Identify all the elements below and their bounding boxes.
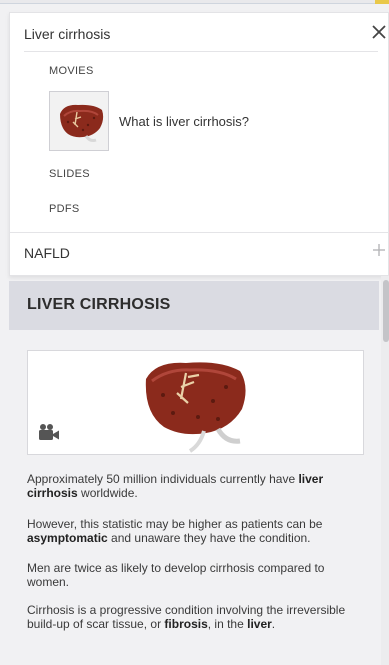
plus-icon[interactable] (372, 243, 386, 257)
content-header: LIVER CIRRHOSIS (9, 281, 379, 330)
top-corner-accent (375, 0, 389, 4)
topic-row-nafld[interactable]: NAFLD (10, 233, 389, 277)
paragraph: However, this statistic may be higher as… (27, 517, 323, 545)
paragraph: Approximately 50 million individuals cur… (27, 472, 324, 500)
liver-illustration (145, 362, 246, 453)
paragraph: Cirrhosis is a progressive condition inv… (27, 603, 346, 631)
scrollbar-thumb[interactable] (383, 280, 389, 342)
page-title: LIVER CIRRHOSIS (27, 296, 171, 313)
video-camera-icon (39, 424, 59, 440)
movie-item[interactable]: What is liver cirrhosis? (49, 91, 369, 155)
close-icon[interactable] (370, 23, 388, 41)
topic-row-liver-cirrhosis[interactable]: Liver cirrhosis (10, 13, 389, 51)
topic-title-nafld: NAFLD (24, 245, 70, 261)
divider (24, 51, 378, 52)
movie-title: What is liver cirrhosis? (119, 114, 250, 129)
content-body: Approximately 50 million individuals cur… (9, 330, 379, 665)
paragraph: Men are twice as likely to develop cirrh… (27, 561, 325, 589)
app-screen: Liver cirrhosis MOVIES What is liver cir… (0, 0, 389, 665)
video-preview[interactable] (27, 350, 364, 455)
movie-thumbnail (49, 91, 109, 151)
section-label-pdfs: PDFS (49, 203, 80, 215)
topic-title: Liver cirrhosis (24, 26, 111, 42)
section-label-movies: MOVIES (49, 65, 94, 77)
section-label-slides: SLIDES (49, 168, 90, 180)
liver-thumbnail-image (50, 92, 108, 150)
top-border (0, 0, 389, 4)
topic-dropdown-panel: Liver cirrhosis MOVIES What is liver cir… (9, 12, 389, 276)
